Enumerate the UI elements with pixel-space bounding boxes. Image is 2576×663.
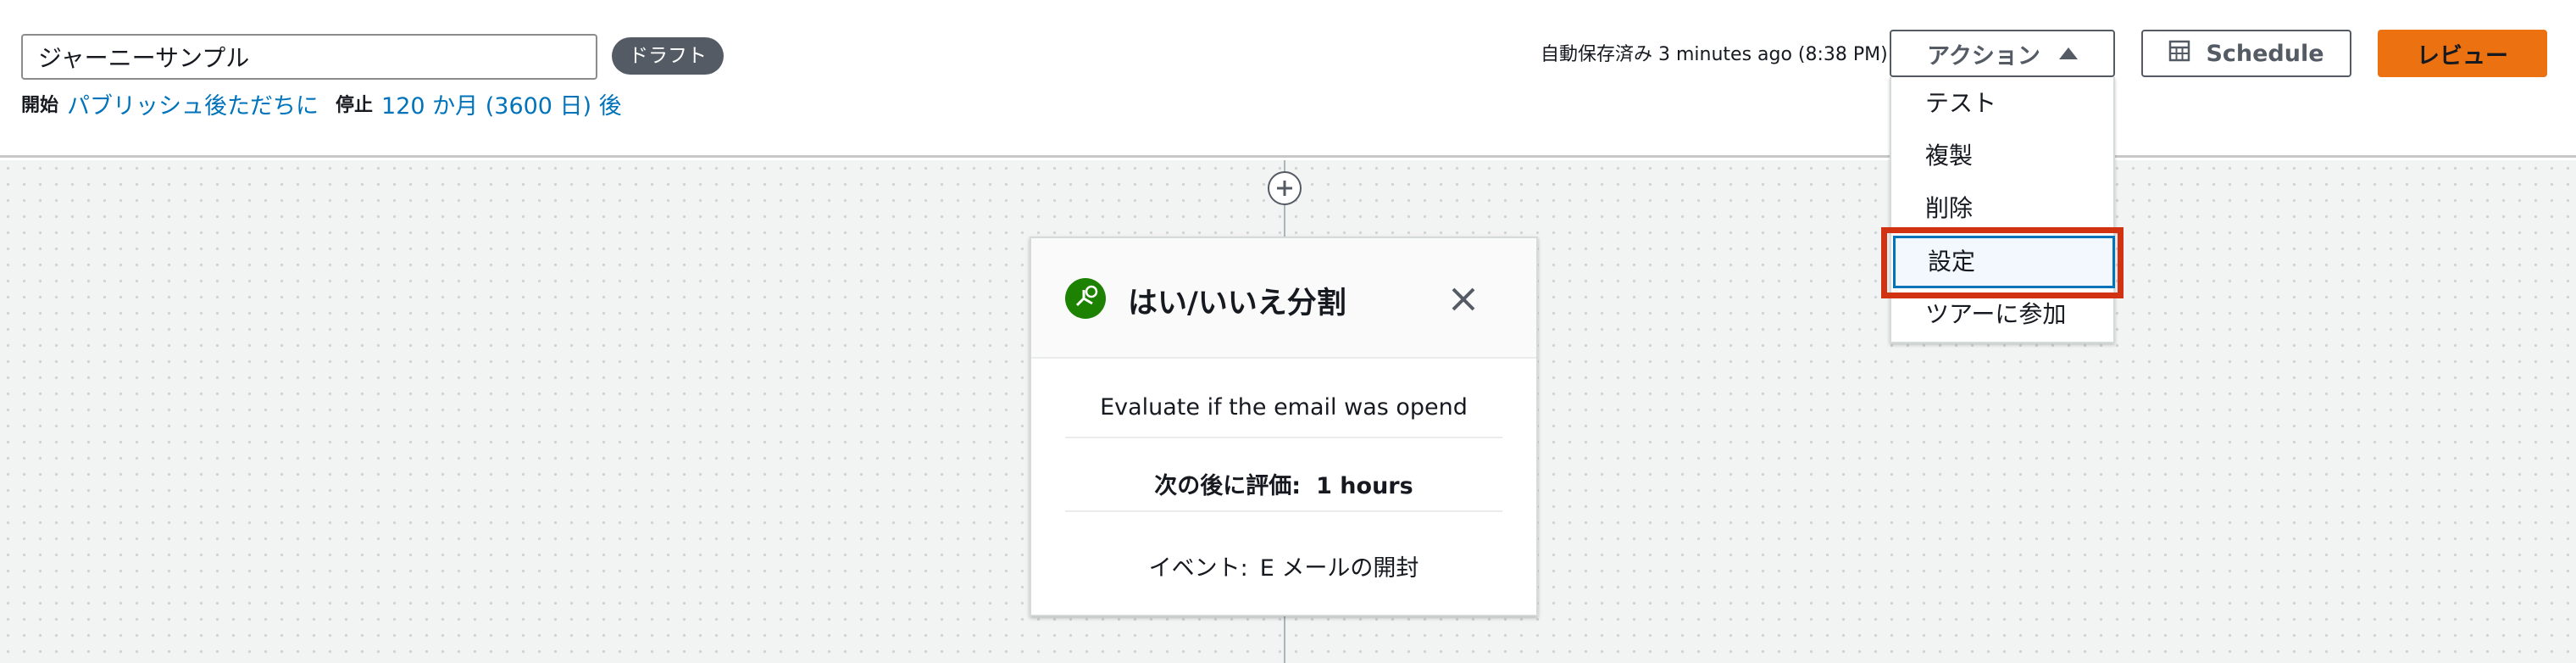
schedule-button-label: Schedule bbox=[2206, 40, 2324, 67]
close-icon[interactable] bbox=[1446, 282, 1480, 316]
start-link[interactable]: パブリッシュ後ただちに bbox=[67, 87, 319, 120]
status-badge: ドラフト bbox=[612, 37, 724, 75]
card-description: Evaluate if the email was opend bbox=[1100, 394, 1468, 421]
eval-label: 次の後に評価: bbox=[1154, 473, 1302, 499]
divider bbox=[1065, 437, 1502, 438]
actions-button-label: アクション bbox=[1927, 42, 2040, 70]
schedule-button[interactable]: Schedule bbox=[2141, 30, 2351, 77]
start-label: 開始 bbox=[21, 95, 59, 116]
menu-item-duplicate[interactable]: 複製 bbox=[1891, 130, 2113, 182]
stop-link[interactable]: 120 か月 (3600 日) 後 bbox=[381, 87, 622, 120]
split-icon bbox=[1065, 278, 1106, 319]
divider bbox=[1065, 510, 1502, 512]
review-button[interactable]: レビュー bbox=[2378, 30, 2547, 77]
chevron-up-icon bbox=[2058, 47, 2078, 59]
autosave-status: 自動保存済み 3 minutes ago (8:38 PM) bbox=[1541, 44, 1888, 65]
evaluation-period: 次の後に評価: 1 hours bbox=[1031, 467, 1536, 500]
card-title: はい/いいえ分割 bbox=[1128, 287, 1346, 320]
card-header: はい/いいえ分割 bbox=[1031, 238, 1536, 359]
calendar-icon bbox=[2168, 40, 2190, 68]
menu-item-delete[interactable]: 削除 bbox=[1891, 182, 2113, 235]
event-value: E メールの開封 bbox=[1259, 555, 1419, 582]
plus-icon bbox=[1277, 181, 1292, 196]
add-activity-button[interactable] bbox=[1268, 171, 1302, 205]
menu-item-join-tour[interactable]: ツアーに参加 bbox=[1891, 288, 2113, 341]
journey-header: ドラフト 開始 パブリッシュ後ただちに 停止 120 か月 (3600 日) 後… bbox=[0, 0, 2576, 158]
event-label: イベント: bbox=[1148, 555, 1248, 582]
actions-dropdown-menu: テスト 複製 削除 設定 ツアーに参加 bbox=[1890, 77, 2115, 343]
menu-item-test[interactable]: テスト bbox=[1891, 77, 2113, 130]
event-condition: イベント: E メールの開封 bbox=[1031, 549, 1536, 582]
yes-no-split-card[interactable]: はい/いいえ分割 Evaluate if the email was opend… bbox=[1030, 237, 1538, 616]
stop-label: 停止 bbox=[336, 95, 374, 116]
actions-button[interactable]: アクション bbox=[1890, 30, 2115, 77]
journey-name-input[interactable] bbox=[21, 34, 597, 80]
eval-value: 1 hours bbox=[1316, 473, 1413, 499]
menu-item-settings[interactable]: 設定 bbox=[1893, 236, 2115, 288]
schedule-summary: 開始 パブリッシュ後ただちに 停止 120 か月 (3600 日) 後 bbox=[21, 86, 622, 120]
